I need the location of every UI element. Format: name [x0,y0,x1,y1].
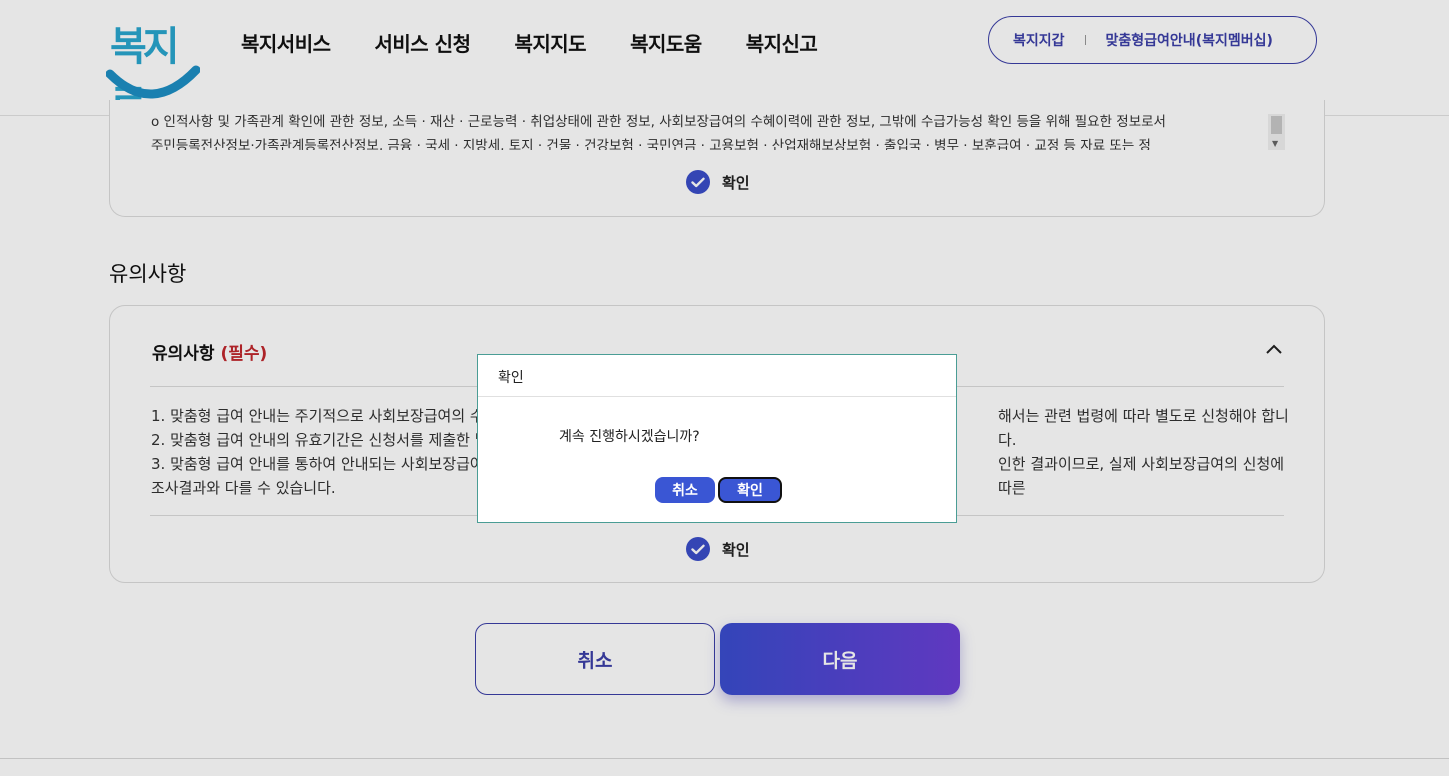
dialog-title: 확인 [478,355,956,397]
dialog-ok-button[interactable]: 확인 [718,477,782,503]
dialog-cancel-button[interactable]: 취소 [655,477,715,503]
confirm-dialog: 확인 계속 진행하시겠습니까? 취소 확인 [477,354,957,523]
dialog-message: 계속 진행하시겠습니까? [559,429,700,445]
